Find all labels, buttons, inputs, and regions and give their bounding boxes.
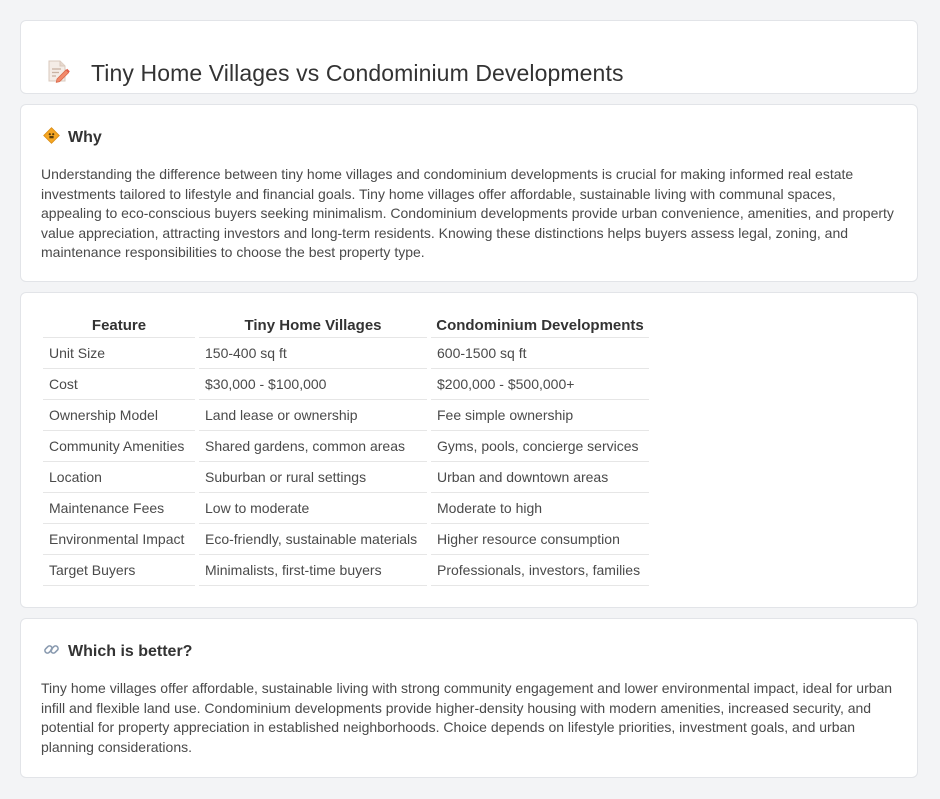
table-row: Location Suburban or rural settings Urba… — [43, 461, 649, 493]
feature-cell: Location — [43, 461, 197, 493]
column-header-condominium-developments: Condominium Developments — [427, 315, 649, 338]
better-heading: Which is better? — [68, 643, 193, 660]
comparison-table: Feature Tiny Home Villages Condominium D… — [43, 315, 649, 586]
condo-cell: Professionals, investors, families — [427, 554, 649, 586]
table-row: Target Buyers Minimalists, first-time bu… — [43, 554, 649, 586]
condo-cell: Fee simple ownership — [427, 399, 649, 431]
tiny-home-cell: Minimalists, first-time buyers — [195, 554, 429, 586]
feature-cell: Environmental Impact — [43, 523, 197, 555]
diamond-sign-icon — [43, 127, 60, 149]
feature-cell: Community Amenities — [43, 430, 197, 462]
feature-cell: Target Buyers — [43, 554, 197, 586]
column-header-feature: Feature — [43, 315, 197, 338]
condo-cell: Urban and downtown areas — [427, 461, 649, 493]
feature-cell: Maintenance Fees — [43, 492, 197, 524]
why-body: Understanding the difference between tin… — [41, 166, 894, 261]
table-row: Cost $30,000 - $100,000 $200,000 - $500,… — [43, 368, 649, 400]
condo-cell: $200,000 - $500,000+ — [427, 368, 649, 400]
table-header-row: Feature Tiny Home Villages Condominium D… — [43, 315, 649, 338]
table-row: Unit Size 150-400 sq ft 600-1500 sq ft — [43, 337, 649, 369]
document-pencil-icon — [45, 58, 71, 89]
column-header-tiny-home-villages: Tiny Home Villages — [195, 315, 429, 338]
feature-cell: Cost — [43, 368, 197, 400]
title-row: Tiny Home Villages vs Condominium Develo… — [45, 45, 624, 103]
better-header: Which is better? — [43, 641, 192, 663]
tiny-home-cell: $30,000 - $100,000 — [195, 368, 429, 400]
better-body: Tiny home villages offer affordable, sus… — [41, 680, 893, 755]
feature-cell: Unit Size — [43, 337, 197, 369]
table-row: Ownership Model Land lease or ownership … — [43, 399, 649, 431]
why-header: Why — [43, 127, 102, 149]
why-heading: Why — [68, 129, 102, 146]
table-row: Maintenance Fees Low to moderate Moderat… — [43, 492, 649, 524]
condo-cell: 600-1500 sq ft — [427, 337, 649, 369]
table-row: Community Amenities Shared gardens, comm… — [43, 430, 649, 462]
condo-cell: Gyms, pools, concierge services — [427, 430, 649, 462]
comparison-card: Feature Tiny Home Villages Condominium D… — [20, 292, 918, 608]
title-card: Tiny Home Villages vs Condominium Develo… — [20, 20, 918, 94]
feature-cell: Ownership Model — [43, 399, 197, 431]
tiny-home-cell: Eco-friendly, sustainable materials — [195, 523, 429, 555]
why-section: Why Understanding the difference between… — [20, 104, 918, 282]
table-row: Environmental Impact Eco-friendly, susta… — [43, 523, 649, 555]
condo-cell: Higher resource consumption — [427, 523, 649, 555]
tiny-home-cell: Land lease or ownership — [195, 399, 429, 431]
tiny-home-cell: Suburban or rural settings — [195, 461, 429, 493]
link-icon — [43, 641, 60, 663]
which-is-better-section: Which is better? Tiny home villages offe… — [20, 618, 918, 778]
page-title: Tiny Home Villages vs Condominium Develo… — [91, 60, 624, 87]
condo-cell: Moderate to high — [427, 492, 649, 524]
tiny-home-cell: Shared gardens, common areas — [195, 430, 429, 462]
tiny-home-cell: Low to moderate — [195, 492, 429, 524]
tiny-home-cell: 150-400 sq ft — [195, 337, 429, 369]
